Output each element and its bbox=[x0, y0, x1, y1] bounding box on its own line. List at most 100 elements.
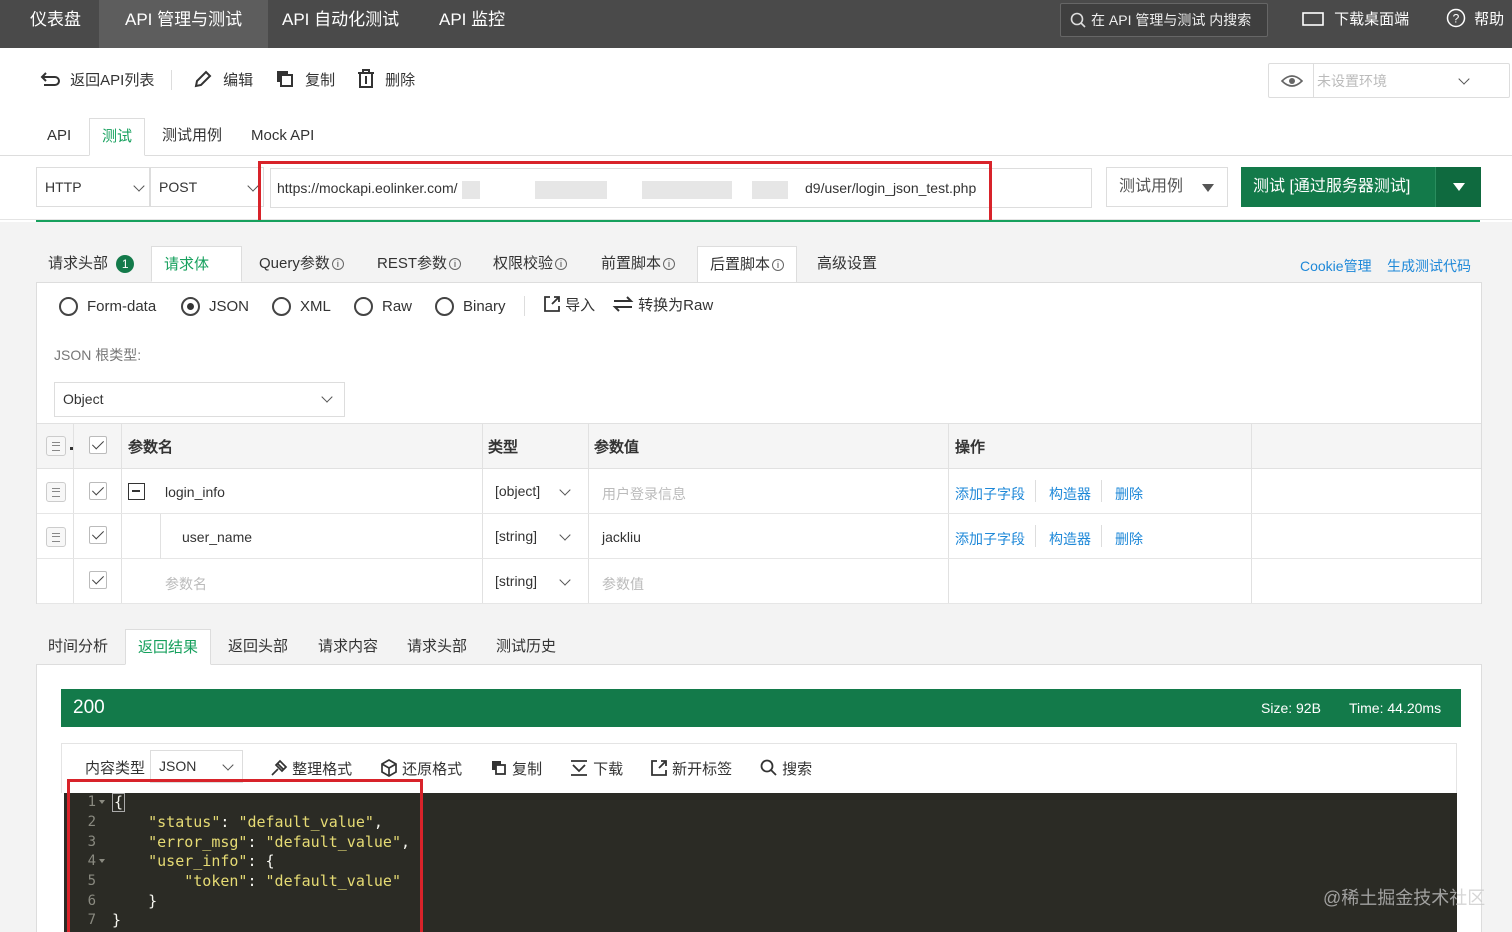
toolbar-divider bbox=[171, 70, 172, 90]
back-arrow-icon bbox=[40, 72, 60, 86]
headers-count-badge: 1 bbox=[116, 255, 135, 273]
row-checkbox[interactable] bbox=[89, 526, 107, 544]
cube-icon bbox=[381, 759, 397, 777]
param-type-select[interactable]: [string] bbox=[495, 573, 537, 589]
builder-link[interactable]: 构造器 bbox=[1049, 529, 1091, 549]
drag-handle-icon[interactable] bbox=[46, 482, 66, 502]
op-divider bbox=[1101, 525, 1102, 547]
advanced-label: 高级设置 bbox=[817, 255, 878, 272]
svg-text:?: ? bbox=[1453, 12, 1460, 26]
content-type-label: 内容类型 bbox=[85, 760, 146, 777]
radio-raw[interactable]: Raw bbox=[354, 296, 412, 318]
copy-response-button[interactable]: 复制 bbox=[490, 759, 542, 779]
tab-auth[interactable]: 权限校验 i bbox=[481, 246, 579, 282]
collapse-icon[interactable] bbox=[128, 483, 145, 500]
environment-select[interactable]: 未设置环境 bbox=[1268, 63, 1510, 98]
tab-response-headers[interactable]: 返回头部 bbox=[216, 629, 300, 665]
global-search-input[interactable]: 在 API 管理与测试 内搜索 bbox=[1060, 3, 1268, 37]
nav-dashboard[interactable]: 仪表盘 bbox=[4, 0, 107, 48]
chevron-down-icon bbox=[1458, 73, 1470, 85]
tab-advanced[interactable]: 高级设置 bbox=[805, 246, 889, 282]
tab-response-result[interactable]: 返回结果 bbox=[125, 629, 212, 665]
radio-binary[interactable]: Binary bbox=[435, 296, 506, 318]
builder-link[interactable]: 构造器 bbox=[1049, 484, 1091, 504]
download-response-button[interactable]: 下载 bbox=[569, 759, 623, 779]
import-button[interactable]: 导入 bbox=[543, 294, 595, 315]
add-child-field-link[interactable]: 添加子字段 bbox=[955, 529, 1025, 549]
divider bbox=[524, 296, 525, 316]
tab-time-analysis[interactable]: 时间分析 bbox=[36, 629, 120, 665]
back-to-list-button[interactable]: 返回API列表 bbox=[40, 68, 154, 94]
tab-test[interactable]: 测试 bbox=[89, 118, 146, 156]
cookie-manage-link[interactable]: Cookie管理 bbox=[1300, 256, 1372, 276]
add-child-field-link[interactable]: 添加子字段 bbox=[955, 484, 1025, 504]
response-time: Time: 44.20ms bbox=[1349, 700, 1442, 716]
info-icon: i bbox=[772, 259, 785, 271]
row-checkbox[interactable] bbox=[89, 571, 107, 589]
json-root-type-select[interactable]: Object bbox=[54, 382, 345, 417]
generate-code-link[interactable]: 生成测试代码 bbox=[1387, 256, 1471, 276]
open-new-tab-button[interactable]: 新开标签 bbox=[650, 759, 732, 779]
testcase-select[interactable]: 测试用例 bbox=[1106, 167, 1228, 207]
param-value-input[interactable]: jackliu bbox=[602, 529, 641, 545]
column-header-value: 参数值 bbox=[594, 439, 640, 456]
tab-pre-script[interactable]: 前置脚本 i bbox=[589, 246, 687, 282]
download-label: 下载 bbox=[593, 761, 624, 778]
column-header-actions: 操作 bbox=[955, 439, 986, 456]
tab-test-history[interactable]: 测试历史 bbox=[484, 629, 568, 665]
nav-api-monitor[interactable]: API 监控 bbox=[413, 0, 531, 48]
help-button[interactable]: ? 帮助 bbox=[1446, 0, 1504, 40]
chevron-down-icon bbox=[222, 759, 234, 771]
download-icon bbox=[571, 760, 587, 776]
tab-test-cases[interactable]: 测试用例 bbox=[150, 118, 234, 156]
param-type-select[interactable]: [string] bbox=[495, 528, 537, 544]
drag-handle-icon[interactable] bbox=[46, 527, 66, 547]
tab-rest-params[interactable]: REST参数 i bbox=[365, 246, 473, 282]
restore-format-button[interactable]: 还原格式 bbox=[380, 759, 462, 779]
tab-query-params[interactable]: Query参数 i bbox=[247, 246, 356, 282]
param-type-select[interactable]: [object] bbox=[495, 483, 540, 499]
radio-label: Form-data bbox=[87, 298, 157, 315]
param-name[interactable]: login_info bbox=[165, 484, 225, 500]
body-label: 请求体 bbox=[164, 256, 210, 273]
test-dropdown-button[interactable] bbox=[1435, 167, 1481, 207]
radio-xml[interactable]: XML bbox=[272, 296, 331, 318]
radio-json[interactable]: JSON bbox=[181, 296, 249, 318]
row-checkbox[interactable] bbox=[89, 482, 107, 500]
nav-api-automation[interactable]: API 自动化测试 bbox=[256, 0, 425, 48]
tab-post-script[interactable]: 后置脚本 i bbox=[697, 246, 798, 282]
param-name-input[interactable]: 参数名 bbox=[165, 574, 207, 594]
radio-label: JSON bbox=[209, 298, 250, 315]
delete-button[interactable]: 删除 bbox=[357, 68, 415, 94]
download-desktop-button[interactable]: 下载桌面端 bbox=[1302, 0, 1409, 40]
copy-button[interactable]: 复制 bbox=[275, 68, 335, 94]
testcase-label: 测试用例 bbox=[1119, 178, 1184, 195]
radio-circle bbox=[181, 297, 200, 316]
tab-request-body[interactable]: 请求体 bbox=[151, 246, 242, 305]
radio-form-data[interactable]: Form-data bbox=[59, 296, 156, 318]
nav-api-management[interactable]: API 管理与测试 bbox=[99, 0, 269, 48]
tab-request-headers-sent[interactable]: 请求头部 bbox=[395, 629, 479, 665]
param-value-input[interactable]: 参数值 bbox=[602, 574, 644, 594]
pre-script-label: 前置脚本 bbox=[601, 255, 662, 272]
query-label: Query参数 bbox=[259, 255, 330, 272]
select-all-checkbox[interactable] bbox=[89, 436, 107, 454]
drag-handle-icon[interactable] bbox=[46, 436, 66, 456]
radio-label: Raw bbox=[382, 298, 413, 315]
method-select[interactable]: POST bbox=[150, 167, 264, 207]
json-root-type-label: JSON 根类型: bbox=[54, 347, 142, 363]
edit-button[interactable]: 编辑 bbox=[193, 68, 253, 94]
format-button[interactable]: 整理格式 bbox=[270, 759, 352, 779]
delete-row-link[interactable]: 删除 bbox=[1115, 484, 1143, 504]
tab-api[interactable]: API bbox=[35, 118, 83, 156]
tab-mock-api[interactable]: Mock API bbox=[239, 118, 326, 156]
tab-request-headers[interactable]: 请求头部 1 bbox=[36, 246, 146, 282]
param-name[interactable]: user_name bbox=[182, 529, 252, 545]
convert-raw-button[interactable]: 转换为Raw bbox=[612, 294, 713, 315]
protocol-select[interactable]: HTTP bbox=[36, 167, 150, 207]
param-value-input[interactable]: 用户登录信息 bbox=[602, 484, 686, 504]
delete-row-link[interactable]: 删除 bbox=[1115, 529, 1143, 549]
search-response-button[interactable]: 搜索 bbox=[760, 759, 812, 779]
tab-request-content[interactable]: 请求内容 bbox=[306, 629, 390, 665]
response-status-bar: 200 Size: 92B Time: 44.20ms bbox=[61, 689, 1461, 727]
